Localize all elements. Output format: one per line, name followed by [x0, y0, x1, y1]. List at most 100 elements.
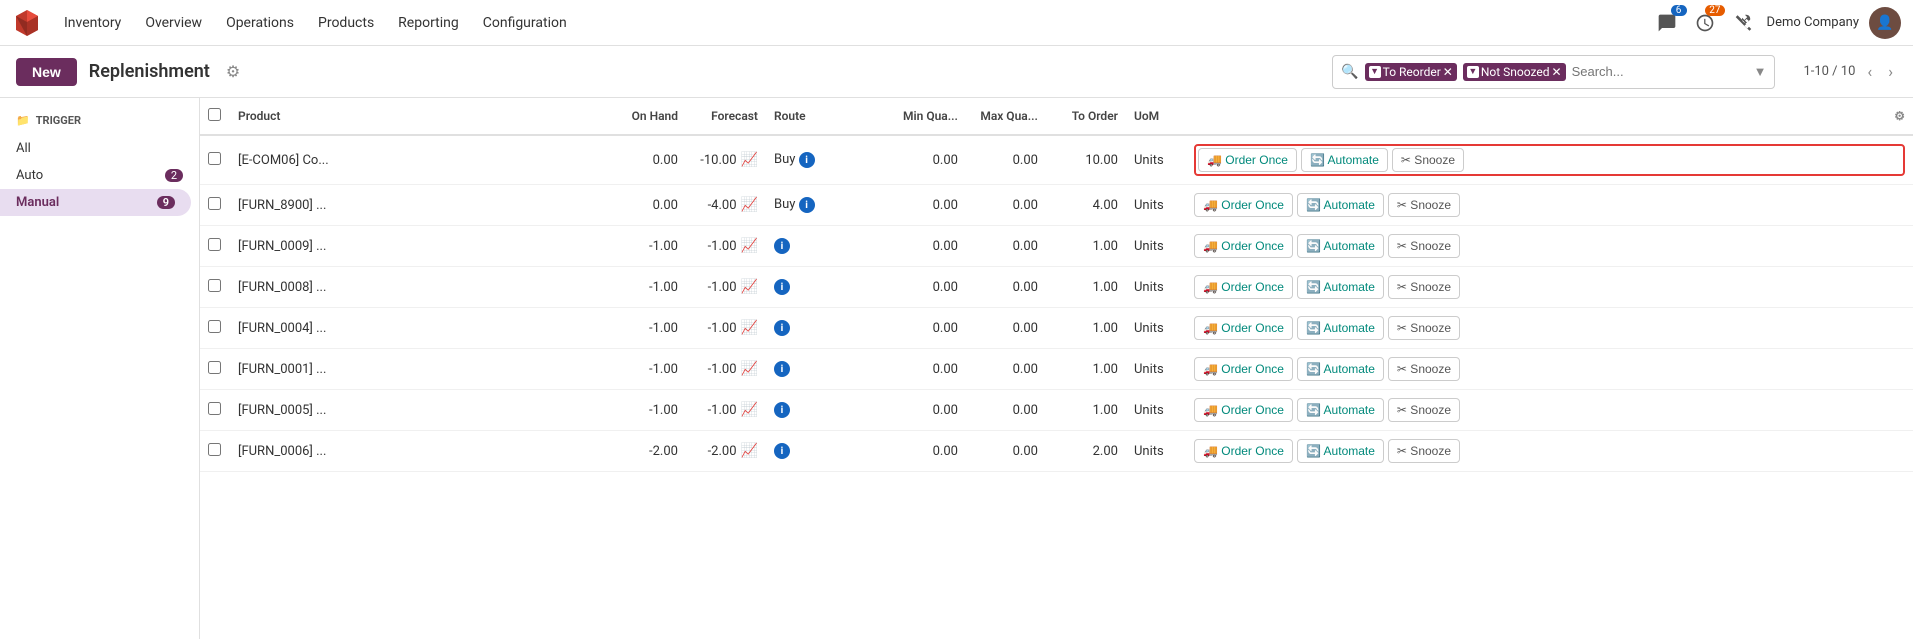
pagination-prev[interactable]: ‹	[1863, 60, 1876, 83]
pagination: 1-10 / 10 ‹ ›	[1803, 60, 1897, 83]
sidebar-item-all[interactable]: All	[0, 135, 199, 162]
snooze-btn[interactable]: ✂ Snooze	[1388, 316, 1460, 340]
col-header-to-order[interactable]: To Order	[1046, 98, 1126, 135]
col-header-on-hand[interactable]: On Hand	[606, 98, 686, 135]
row-checkbox[interactable]	[208, 197, 221, 210]
snooze-btn[interactable]: ✂ Snooze	[1388, 193, 1460, 217]
sidebar-item-manual[interactable]: Manual 9	[0, 189, 191, 216]
table-row: [FURN_0006] ... -2.00 -2.00 📈 i 0.00 0.0…	[200, 431, 1913, 472]
nav-overview[interactable]: Overview	[135, 11, 212, 35]
route-info-icon[interactable]: i	[774, 320, 790, 336]
snooze-btn[interactable]: ✂ Snooze	[1388, 357, 1460, 381]
select-all-checkbox[interactable]	[208, 108, 221, 121]
automate-btn[interactable]: 🔄 Automate	[1297, 275, 1384, 299]
route-info-icon[interactable]: i	[774, 238, 790, 254]
row-checkbox[interactable]	[208, 152, 221, 165]
row-checkbox[interactable]	[208, 279, 221, 292]
tools-icon-btn[interactable]	[1729, 9, 1757, 37]
uom-value: Units	[1126, 390, 1186, 431]
snooze-btn[interactable]: ✂ Snooze	[1388, 234, 1460, 258]
order-once-btn[interactable]: 🚚 Order Once	[1194, 234, 1293, 258]
new-button[interactable]: New	[16, 58, 77, 86]
forecast-chart-icon[interactable]: 📈	[741, 197, 758, 213]
automate-btn[interactable]: 🔄 Automate	[1297, 357, 1384, 381]
filter-tag-to-reorder-remove[interactable]: ✕	[1443, 65, 1453, 79]
snooze-btn[interactable]: ✂ Snooze	[1388, 439, 1460, 463]
forecast-chart-icon[interactable]: 📈	[741, 152, 758, 168]
column-settings-icon[interactable]: ⚙	[1894, 109, 1905, 123]
route-cell: i	[766, 390, 886, 431]
search-input[interactable]	[1572, 64, 1748, 79]
automate-btn[interactable]: 🔄 Automate	[1297, 193, 1384, 217]
forecast-chart-icon[interactable]: 📈	[741, 443, 758, 459]
forecast-chart-icon[interactable]: 📈	[741, 320, 758, 336]
order-once-btn[interactable]: 🚚 Order Once	[1194, 398, 1293, 422]
action-buttons-cell: 🚚 Order Once 🔄 Automate ✂ Snooze	[1186, 431, 1913, 472]
nav-operations[interactable]: Operations	[216, 11, 304, 35]
nav-reporting[interactable]: Reporting	[388, 11, 469, 35]
forecast-chart-icon[interactable]: 📈	[741, 361, 758, 377]
automate-btn[interactable]: 🔄 Automate	[1301, 148, 1388, 172]
snooze-btn[interactable]: ✂ Snooze	[1388, 275, 1460, 299]
route-info-icon[interactable]: i	[774, 402, 790, 418]
chat-icon-btn[interactable]: 6	[1653, 9, 1681, 37]
app-logo[interactable]	[12, 8, 42, 38]
col-header-forecast[interactable]: Forecast	[686, 98, 766, 135]
forecast-chart-icon[interactable]: 📈	[741, 279, 758, 295]
table-row: [E-COM06] Co... 0.00 -10.00 📈 Buy i 0.00…	[200, 135, 1913, 185]
uom-value: Units	[1126, 267, 1186, 308]
to-order-value: 4.00	[1046, 185, 1126, 226]
row-checkbox[interactable]	[208, 443, 221, 456]
col-header-uom[interactable]: UoM	[1126, 98, 1186, 135]
automate-btn[interactable]: 🔄 Automate	[1297, 439, 1384, 463]
action-buttons-cell: 🚚 Order Once 🔄 Automate ✂ Snooze	[1186, 267, 1913, 308]
search-dropdown-arrow[interactable]: ▼	[1754, 64, 1767, 80]
user-avatar[interactable]: 👤	[1869, 7, 1901, 39]
route-info-icon[interactable]: i	[774, 361, 790, 377]
order-once-btn[interactable]: 🚚 Order Once	[1194, 316, 1293, 340]
route-info-icon[interactable]: i	[799, 152, 815, 168]
nav-right: 6 27 Demo Company 👤	[1653, 7, 1901, 39]
row-checkbox[interactable]	[208, 402, 221, 415]
forecast-chart-icon[interactable]: 📈	[741, 238, 758, 254]
route-info-icon[interactable]: i	[799, 197, 815, 213]
nav-products[interactable]: Products	[308, 11, 384, 35]
row-checkbox[interactable]	[208, 361, 221, 374]
replenishment-table: Product On Hand Forecast Route Min Qua..…	[200, 98, 1913, 472]
order-once-btn[interactable]: 🚚 Order Once	[1194, 357, 1293, 381]
forecast-chart-icon[interactable]: 📈	[741, 402, 758, 418]
sidebar-item-auto[interactable]: Auto 2	[0, 162, 199, 189]
row-checkbox[interactable]	[208, 238, 221, 251]
route-cell: Buy i	[766, 135, 886, 185]
company-name[interactable]: Demo Company	[1767, 15, 1859, 30]
col-header-min-qty[interactable]: Min Qua...	[886, 98, 966, 135]
automate-btn[interactable]: 🔄 Automate	[1297, 316, 1384, 340]
nav-inventory[interactable]: Inventory	[54, 11, 131, 35]
order-once-btn[interactable]: 🚚 Order Once	[1194, 439, 1293, 463]
filter-tag-not-snoozed-remove[interactable]: ✕	[1552, 65, 1562, 79]
forecast-value: -1.00 📈	[686, 390, 766, 431]
settings-gear-icon[interactable]: ⚙	[226, 62, 240, 81]
automate-btn[interactable]: 🔄 Automate	[1297, 234, 1384, 258]
snooze-btn[interactable]: ✂ Snooze	[1392, 148, 1464, 172]
nav-configuration[interactable]: Configuration	[473, 11, 577, 35]
clock-icon-btn[interactable]: 27	[1691, 9, 1719, 37]
col-header-actions: ⚙	[1186, 98, 1913, 135]
filter-tag-not-snoozed[interactable]: ▼ Not Snoozed ✕	[1463, 63, 1566, 81]
col-header-product[interactable]: Product	[230, 98, 606, 135]
route-info-icon[interactable]: i	[774, 279, 790, 295]
order-once-btn[interactable]: 🚚 Order Once	[1194, 275, 1293, 299]
order-once-btn[interactable]: 🚚 Order Once	[1194, 193, 1293, 217]
col-header-route[interactable]: Route	[766, 98, 886, 135]
pagination-next[interactable]: ›	[1884, 60, 1897, 83]
col-header-max-qty[interactable]: Max Qua...	[966, 98, 1046, 135]
on-hand-value: 0.00	[606, 185, 686, 226]
snooze-btn[interactable]: ✂ Snooze	[1388, 398, 1460, 422]
row-checkbox[interactable]	[208, 320, 221, 333]
filter-funnel2-icon: ▼	[1467, 66, 1479, 78]
action-buttons-cell: 🚚 Order Once 🔄 Automate ✂ Snooze	[1186, 308, 1913, 349]
automate-btn[interactable]: 🔄 Automate	[1297, 398, 1384, 422]
filter-tag-to-reorder[interactable]: ▼ To Reorder ✕	[1365, 63, 1457, 81]
order-once-btn[interactable]: 🚚 Order Once	[1198, 148, 1297, 172]
route-info-icon[interactable]: i	[774, 443, 790, 459]
